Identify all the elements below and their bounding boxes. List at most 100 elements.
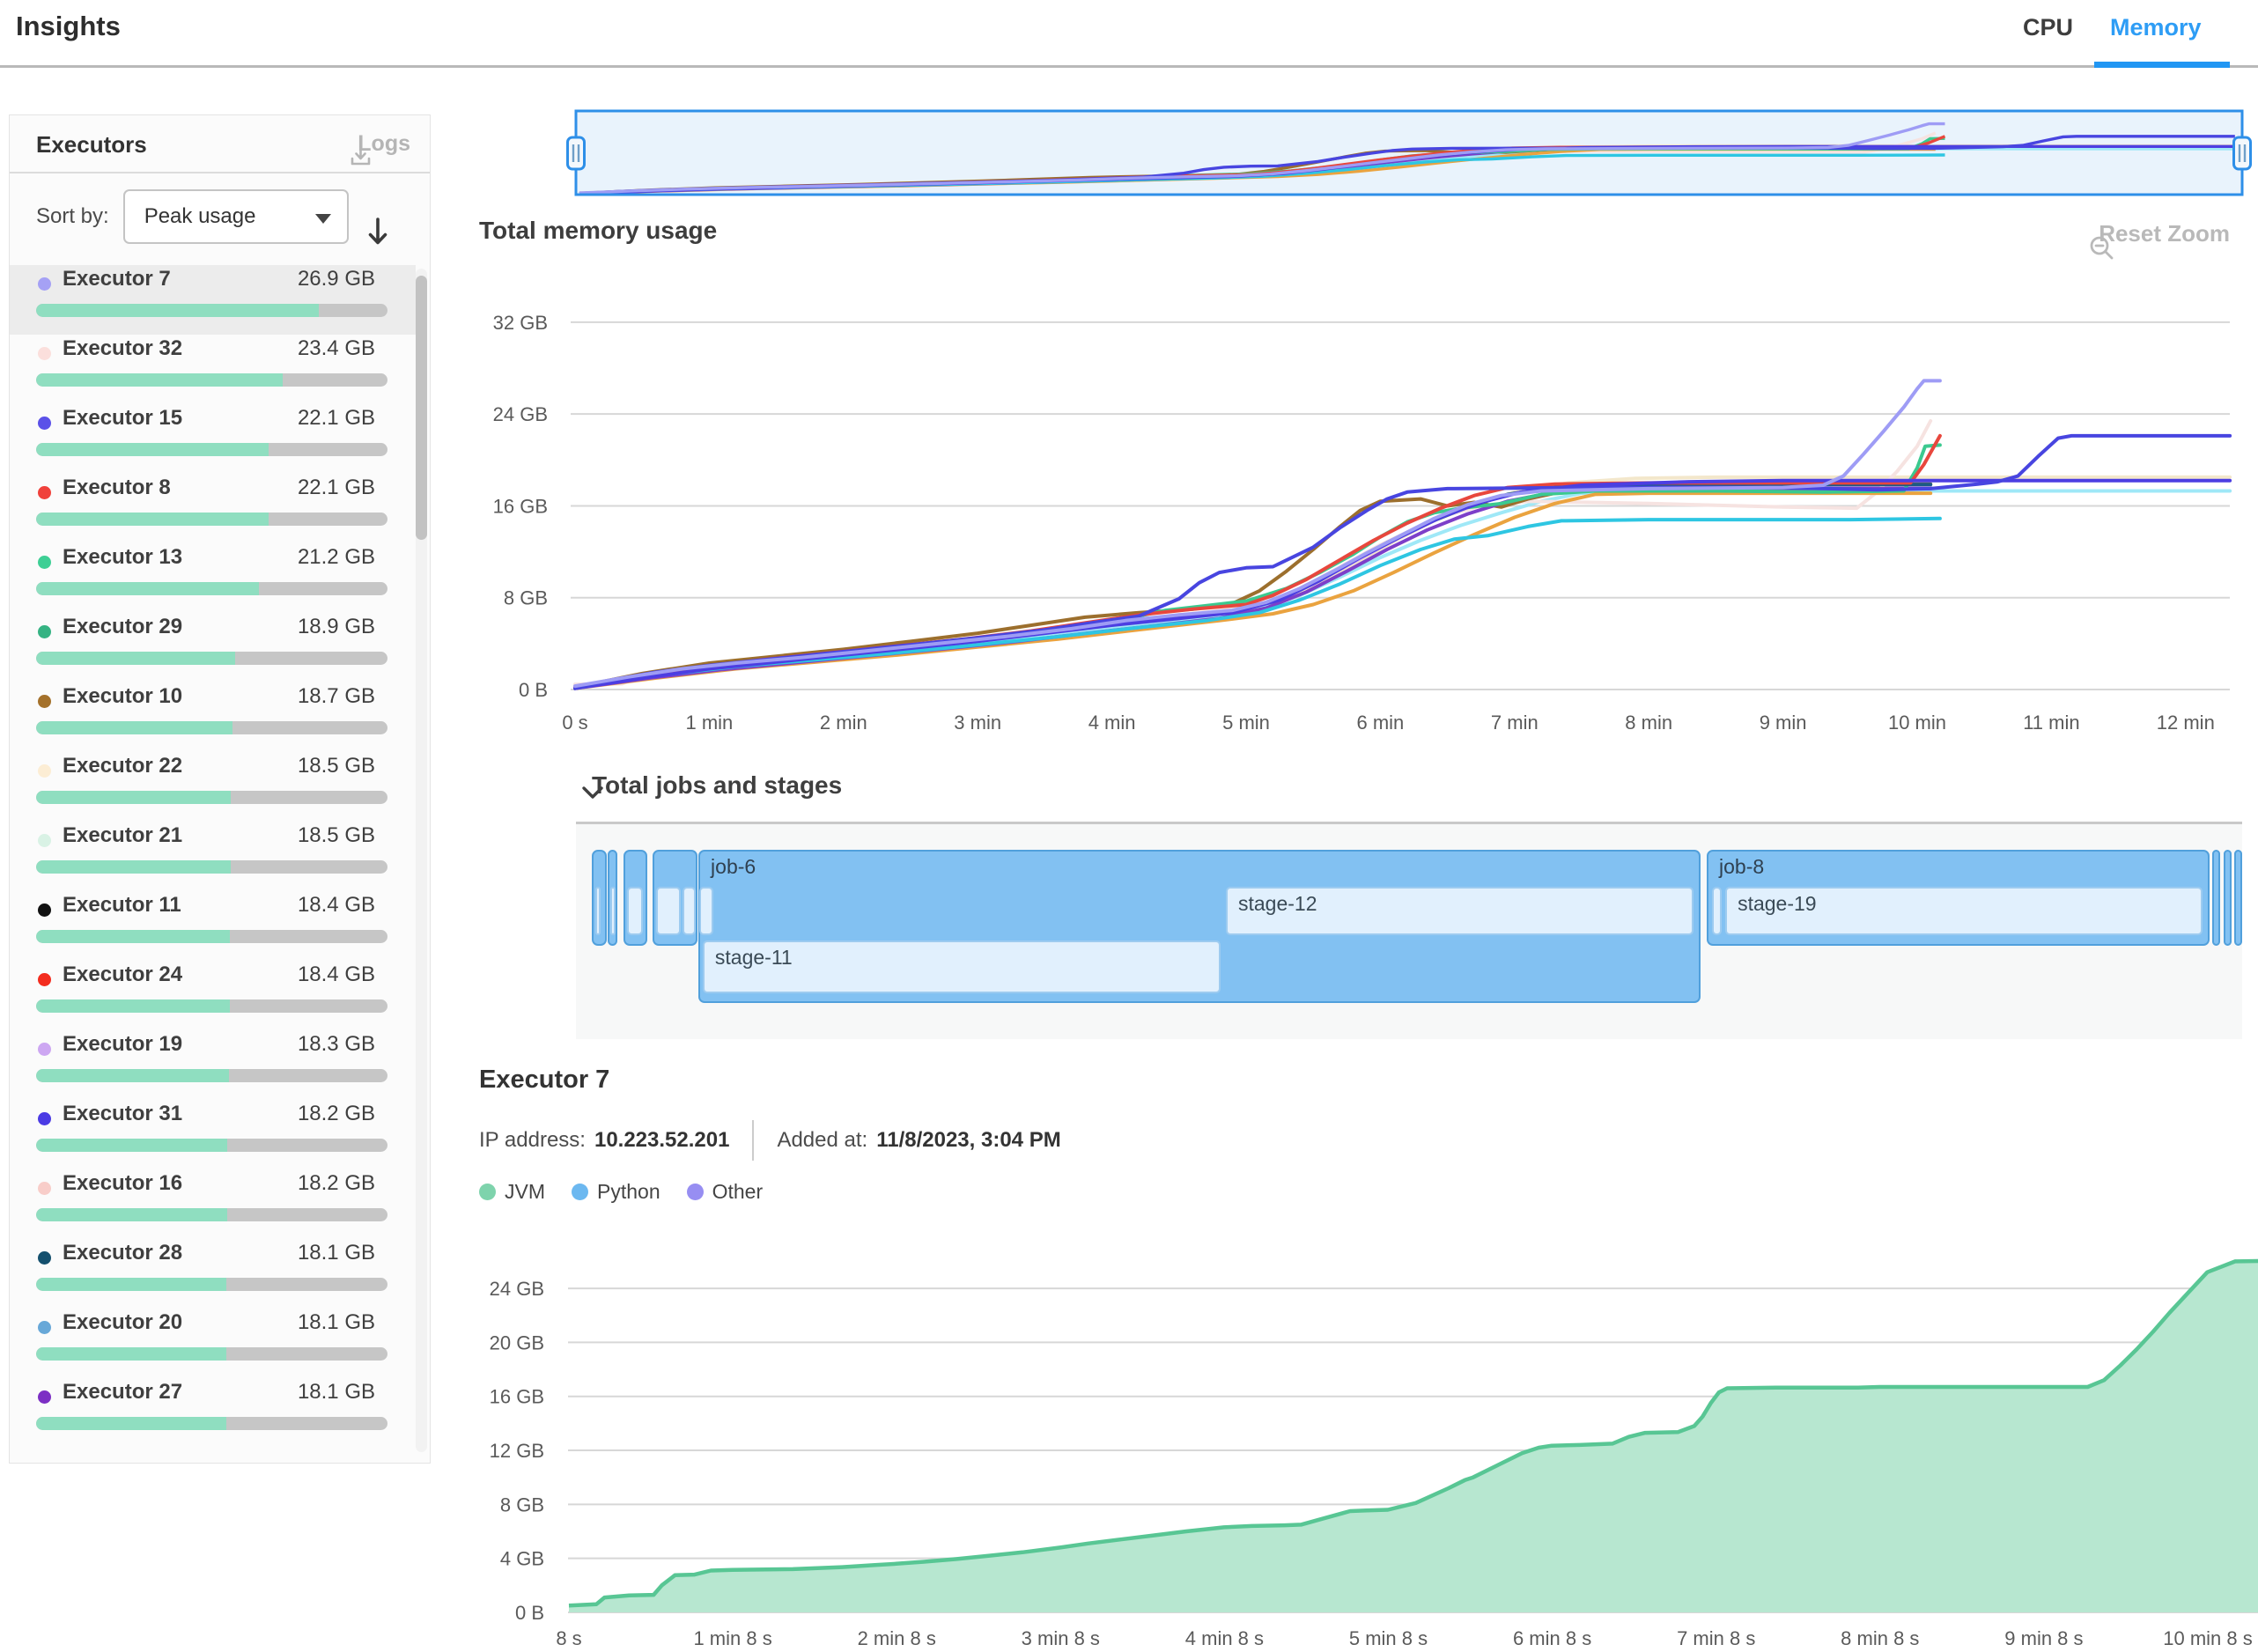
sort-dropdown[interactable]: Peak usage bbox=[123, 189, 349, 244]
executor-usage-bar-track bbox=[36, 1278, 387, 1291]
executor-color-dot bbox=[38, 556, 51, 569]
jobs-section-title: Total jobs and stages bbox=[592, 771, 842, 800]
brush-handle-right[interactable] bbox=[2234, 137, 2251, 169]
memory-y-tick: 32 GB bbox=[493, 312, 548, 334]
executors-panel-title: Executors bbox=[36, 131, 147, 159]
jobs-section-toggle[interactable]: Total jobs and stages bbox=[581, 771, 842, 800]
legend-item-python: Python bbox=[572, 1180, 660, 1204]
executor-peak-value: 22.1 GB bbox=[298, 476, 375, 500]
executor-usage-bar-track bbox=[36, 791, 387, 804]
executor-list-item[interactable]: Executor 2718.1 GB bbox=[10, 1378, 416, 1448]
executor-usage-bar-track bbox=[36, 860, 387, 874]
stage-bar[interactable]: stage-11 bbox=[703, 940, 1221, 993]
sort-row: Sort by: Peak usage bbox=[36, 188, 366, 246]
total-memory-usage-chart[interactable]: 32 GB24 GB16 GB8 GB0 B0 s1 min2 min3 min… bbox=[476, 299, 2258, 749]
memory-x-tick: 8 min bbox=[1625, 712, 1672, 734]
executor-list-item[interactable]: Executor 2418.4 GB bbox=[10, 961, 416, 1030]
stage-bar[interactable]: stage-19 bbox=[1725, 887, 2203, 935]
memory-series-executor-31 bbox=[575, 481, 2230, 689]
executor-name: Executor 20 bbox=[63, 1310, 182, 1335]
legend-item-jvm: JVM bbox=[479, 1180, 545, 1204]
chevron-down-icon bbox=[315, 214, 331, 224]
executor-list-item[interactable]: Executor 822.1 GB bbox=[10, 474, 416, 543]
executor-color-dot bbox=[38, 486, 51, 499]
executor-list-item[interactable]: Executor 2018.1 GB bbox=[10, 1309, 416, 1378]
executor-list-item[interactable]: Executor 2818.1 GB bbox=[10, 1239, 416, 1309]
executor-list-item[interactable]: Executor 1118.4 GB bbox=[10, 891, 416, 961]
executor-usage-bar-track bbox=[36, 582, 387, 595]
logs-button[interactable]: Logs bbox=[349, 131, 410, 157]
executor-name: Executor 21 bbox=[63, 823, 182, 848]
executor-usage-bar-fill bbox=[36, 860, 231, 874]
executor-usage-bar-fill bbox=[36, 791, 231, 804]
executor-usage-bar-fill bbox=[36, 304, 319, 317]
executor-peak-value: 18.4 GB bbox=[298, 962, 375, 987]
executor-usage-bar-fill bbox=[36, 721, 232, 734]
brush-handle-left[interactable] bbox=[568, 137, 585, 169]
area-y-tick: 20 GB bbox=[490, 1331, 544, 1353]
executor-peak-value: 18.2 GB bbox=[298, 1102, 375, 1126]
job-bar[interactable] bbox=[2212, 850, 2220, 946]
executor-color-dot bbox=[38, 625, 51, 638]
executor-name: Executor 29 bbox=[63, 615, 182, 639]
zoom-brush-chart[interactable] bbox=[476, 88, 2258, 203]
scrollbar-thumb[interactable] bbox=[416, 276, 427, 540]
sort-by-label: Sort by: bbox=[36, 204, 109, 229]
area-x-tick: 4 min 8 s bbox=[1185, 1627, 1264, 1649]
executor-list-item[interactable]: Executor 3223.4 GB bbox=[10, 335, 416, 404]
stage-bar[interactable] bbox=[699, 887, 713, 935]
executor-list-item[interactable]: Executor 726.9 GB bbox=[10, 265, 416, 335]
added-at-label: Added at: bbox=[777, 1128, 867, 1153]
executor-name: Executor 31 bbox=[63, 1102, 182, 1126]
stage-bar[interactable] bbox=[627, 887, 643, 935]
executor-name: Executor 27 bbox=[63, 1380, 182, 1405]
tab-cpu[interactable]: CPU bbox=[2023, 14, 2073, 41]
area-y-tick: 8 GB bbox=[500, 1493, 544, 1516]
executor-memory-area-chart[interactable]: 24 GB20 GB16 GB12 GB8 GB4 GB0 B8 s1 min … bbox=[476, 1255, 2258, 1652]
executor-list-item[interactable]: Executor 2118.5 GB bbox=[10, 822, 416, 891]
executor-list-item[interactable]: Executor 2918.9 GB bbox=[10, 613, 416, 682]
executor-color-dot bbox=[38, 1043, 51, 1056]
stage-bar[interactable] bbox=[610, 887, 616, 935]
stage-bar[interactable]: stage-12 bbox=[1226, 887, 1694, 935]
executor-list-item[interactable]: Executor 1522.1 GB bbox=[10, 404, 416, 474]
executor-usage-bar-fill bbox=[36, 373, 283, 387]
reset-zoom-button[interactable]: Reset Zoom bbox=[2088, 220, 2230, 247]
job-bar[interactable] bbox=[2234, 850, 2241, 946]
reset-zoom-label: Reset Zoom bbox=[2099, 220, 2230, 247]
job-bar[interactable] bbox=[2224, 850, 2231, 946]
executor-usage-bar-track bbox=[36, 1208, 387, 1221]
stage-bar[interactable] bbox=[656, 887, 681, 935]
area-x-tick: 10 min 8 s bbox=[2163, 1627, 2253, 1649]
executors-panel: Executors Logs Sort by: Peak usage Execu… bbox=[9, 114, 431, 1464]
memory-x-tick: 3 min bbox=[954, 712, 1001, 734]
executor-color-dot bbox=[38, 1321, 51, 1334]
area-x-tick: 8 s bbox=[556, 1627, 581, 1649]
executor-list-item[interactable]: Executor 2218.5 GB bbox=[10, 752, 416, 822]
executor-usage-bar-fill bbox=[36, 1069, 229, 1082]
executor-list-item[interactable]: Executor 1018.7 GB bbox=[10, 682, 416, 752]
executor-peak-value: 23.4 GB bbox=[298, 336, 375, 361]
added-at-value: 11/8/2023, 3:04 PM bbox=[876, 1128, 1060, 1153]
executor-list-item[interactable]: Executor 1918.3 GB bbox=[10, 1030, 416, 1100]
area-x-tick: 2 min 8 s bbox=[858, 1627, 936, 1649]
memory-chart-title: Total memory usage bbox=[479, 217, 717, 245]
header-divider bbox=[0, 65, 2258, 68]
tab-memory[interactable]: Memory bbox=[2110, 14, 2202, 41]
stage-bar[interactable] bbox=[683, 887, 696, 935]
memory-y-tick: 24 GB bbox=[493, 403, 548, 425]
executor-color-dot bbox=[38, 1182, 51, 1195]
area-x-tick: 6 min 8 s bbox=[1513, 1627, 1591, 1649]
executor-usage-bar-track bbox=[36, 652, 387, 665]
executor-usage-bar-track bbox=[36, 999, 387, 1013]
executor-list-item[interactable]: Executor 1618.2 GB bbox=[10, 1169, 416, 1239]
stage-bar[interactable] bbox=[595, 887, 601, 935]
executor-usage-bar-fill bbox=[36, 582, 259, 595]
legend-dot bbox=[687, 1184, 704, 1200]
executor-color-dot bbox=[38, 1251, 51, 1265]
executor-list-item[interactable]: Executor 1321.2 GB bbox=[10, 543, 416, 613]
stage-bar[interactable] bbox=[1712, 887, 1722, 935]
stage-label: stage-12 bbox=[1238, 892, 1317, 916]
executor-list-item[interactable]: Executor 31 18.2 GB bbox=[10, 1100, 416, 1169]
executor-usage-bar-fill bbox=[36, 1208, 227, 1221]
